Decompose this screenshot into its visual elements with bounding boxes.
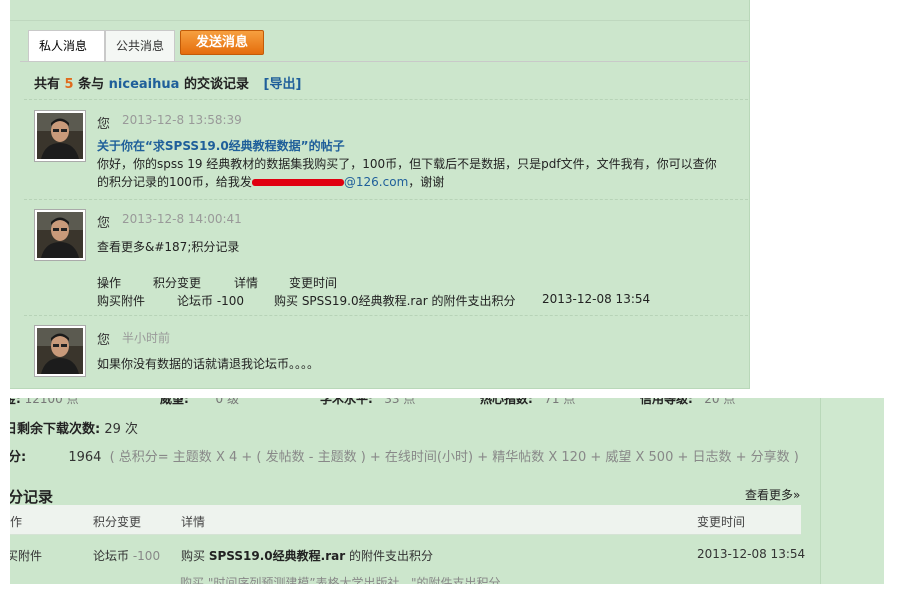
- stat-label: 信用等级:: [640, 398, 693, 406]
- row-change-value: -100: [132, 549, 161, 563]
- message-count: 5: [64, 77, 74, 92]
- stat-value: 71 点: [544, 398, 576, 406]
- stat-gold: 金: 12100 点: [10, 398, 79, 407]
- list-item: 您 2013-12-8 14:00:41 查看更多&#187;积分记录 操作 积…: [24, 199, 748, 315]
- row-change-label: 论坛币: [93, 549, 130, 563]
- list-item: 您 半小时前 如果你没有数据的话就请退我论坛币。。。。: [24, 315, 748, 388]
- col-time: 变更时间: [697, 515, 746, 529]
- col-change: 积分变更: [93, 515, 142, 529]
- message-line: 你好，你的spss 19 经典教材的数据集我购买了，100币，但下载后不是数据，…: [97, 157, 717, 171]
- top-divider: [10, 20, 749, 21]
- stat-label: 威望:: [160, 398, 189, 406]
- row-detail-file[interactable]: SPSS19.0经典教程.rar: [209, 549, 345, 563]
- row-action: 买附件: [10, 549, 43, 563]
- message-text: 如果你没有数据的话就请退我论坛币。。。。: [97, 357, 320, 371]
- total-credit: 分: 1964 ( 总积分= 主题数 X 4 + ( 发帖数 - 主题数 ) +…: [10, 446, 799, 465]
- user-photo-icon: [37, 212, 83, 258]
- message-text: 查看更多&#187;积分记录: [97, 240, 240, 254]
- stat-value: 12100 点: [24, 398, 79, 406]
- downloads-remaining: 日剩余下载次数: 29 次: [10, 418, 138, 437]
- downloads-value: 29 次: [104, 422, 139, 437]
- quoted-col-action: 操作: [97, 276, 122, 290]
- stat-value: 20 点: [704, 398, 736, 406]
- stat-label: 学术水平:: [320, 398, 373, 406]
- stat-academic: 学术水平: 33 点: [320, 398, 415, 407]
- col-detail: 详情: [181, 515, 206, 529]
- downloads-label: 日剩余下载次数:: [10, 422, 101, 437]
- sender-name: 您: [97, 216, 111, 231]
- row-detail-suffix: 的附件支出积分: [348, 549, 433, 563]
- avatar[interactable]: [34, 209, 86, 261]
- tab-divider: [20, 61, 748, 62]
- row-time: 2013-12-08 13:54: [697, 547, 806, 561]
- quoted-cell-change: 论坛币 -100: [177, 294, 245, 308]
- summary-prefix: 共有: [34, 77, 61, 92]
- user-photo-icon: [37, 113, 83, 159]
- quoted-cell-time: 2013-12-08 13:54: [542, 292, 651, 306]
- summary-middle: 条与: [78, 77, 105, 92]
- row-detail: 购买 SPSS19.0经典教程.rar 的附件支出积分: [181, 547, 433, 564]
- email-link[interactable]: @126.com: [344, 175, 408, 189]
- tab-public-messages[interactable]: 公共消息: [105, 30, 175, 61]
- message-line: 的积分记录的100币，给我发 @126.com，谢谢: [97, 173, 717, 191]
- avatar[interactable]: [34, 110, 86, 162]
- send-message-button[interactable]: 发送消息: [180, 30, 264, 55]
- message-time: 半小时前: [122, 331, 171, 345]
- stat-value: 0 级: [215, 398, 239, 406]
- export-link[interactable]: [导出]: [264, 77, 302, 92]
- view-more-link[interactable]: 查看更多»: [745, 486, 800, 503]
- quoted-col-change: 积分变更: [153, 276, 202, 290]
- message-time: 2013-12-8 13:58:39: [122, 113, 242, 127]
- message-subject-link[interactable]: 关于你在“求SPSS19.0经典教程数据”的帖子: [97, 137, 717, 155]
- stat-credit-level: 信用等级: 20 点: [640, 398, 735, 407]
- stat-value: 33 点: [384, 398, 416, 406]
- redaction-mark: [251, 179, 344, 186]
- row-detail-prefix: 购买: [181, 549, 206, 563]
- message-line-text: ，谢谢: [408, 175, 445, 189]
- tab-private-messages[interactable]: 私人消息: [28, 30, 105, 62]
- right-column: [820, 398, 884, 584]
- avatar[interactable]: [34, 325, 86, 377]
- credit-log-title: 分记录: [10, 488, 54, 506]
- stat-label: 金:: [10, 398, 21, 406]
- sender-name: 您: [97, 333, 111, 348]
- quoted-col-time: 变更时间: [289, 276, 338, 290]
- quoted-cell-detail: 购买 SPSS19.0经典教程.rar 的附件支出积分: [274, 294, 516, 308]
- message-time: 2013-12-8 14:00:41: [122, 212, 242, 226]
- credit-value: 1964: [68, 450, 102, 465]
- stat-prestige: 威望: 0 级: [160, 398, 239, 407]
- message-window: 私人消息 公共消息 发送消息 共有 5 条与 niceaihua 的交谈记录 […: [10, 0, 750, 389]
- quoted-cell-action: 购买附件: [97, 294, 146, 308]
- table-row-partial: 购买 "时间序列预测建模”表格大学出版社..."的附件支出积分: [180, 576, 501, 584]
- credit-stats-page: 金: 12100 点 威望: 0 级 学术水平: 33 点 热心指数: 71 点…: [10, 398, 884, 584]
- table-row: 买附件 论坛币 -100 购买 SPSS19.0经典教程.rar 的附件支出积分…: [10, 538, 805, 568]
- credit-formula: ( 总积分= 主题数 X 4 + ( 发帖数 - 主题数 ) + 在线时间(小时…: [109, 450, 799, 465]
- col-action: 作: [10, 515, 23, 529]
- conversation-summary: 共有 5 条与 niceaihua 的交谈记录 [导出]: [34, 73, 301, 92]
- user-photo-icon: [37, 328, 83, 374]
- stat-enthusiasm: 热心指数: 71 点: [480, 398, 575, 407]
- message-line-text: 的积分记录的100币，给我发: [97, 175, 252, 189]
- credit-log-header: 作 积分变更 详情 变更时间: [10, 505, 801, 535]
- quoted-col-detail: 详情: [234, 276, 259, 290]
- message-body: 关于你在“求SPSS19.0经典教程数据”的帖子 你好，你的spss 19 经典…: [97, 137, 717, 191]
- credit-label: 分:: [10, 450, 27, 465]
- list-item: 您 2013-12-8 13:58:39 关于你在“求SPSS19.0经典教程数…: [24, 99, 748, 199]
- stat-label: 热心指数:: [480, 398, 533, 406]
- row-change: 论坛币 -100: [93, 547, 160, 564]
- summary-suffix: 的交谈记录: [183, 77, 249, 92]
- sender-name: 您: [97, 117, 111, 132]
- partner-username[interactable]: niceaihua: [109, 77, 180, 92]
